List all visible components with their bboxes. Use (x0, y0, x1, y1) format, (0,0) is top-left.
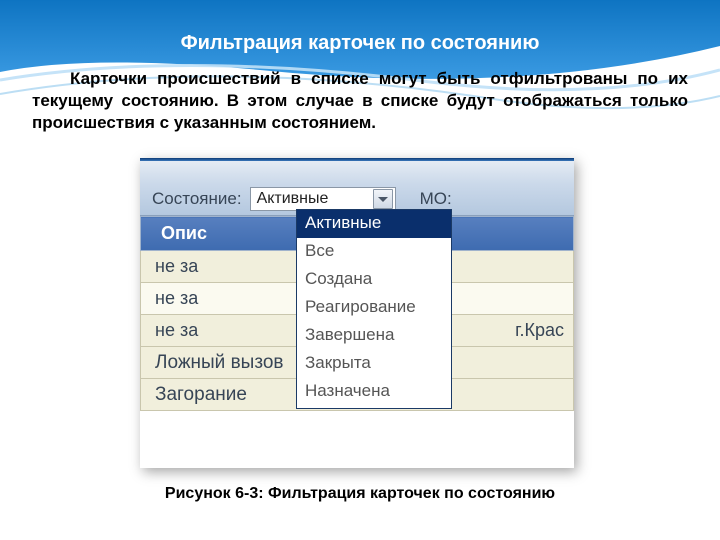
dropdown-option[interactable]: Завершена (297, 322, 451, 350)
dropdown-option[interactable]: Создана (297, 266, 451, 294)
app-screenshot: Состояние: Активные МО: Опис не за не за… (140, 158, 574, 468)
figure-caption: Рисунок 6-3: Фильтрация карточек по сост… (0, 485, 720, 503)
state-label: Состояние: (152, 189, 242, 209)
intro-text: Карточки происшествий в списке могут быт… (32, 69, 688, 132)
state-selected-value: Активные (257, 190, 329, 208)
state-combobox[interactable]: Активные (250, 187, 396, 211)
dropdown-option[interactable]: Все (297, 238, 451, 266)
app-toolbar: Состояние: Активные МО: (140, 158, 574, 216)
page-title: Фильтрация карточек по состоянию (0, 32, 720, 55)
dropdown-option[interactable]: Назначена (297, 378, 451, 406)
chevron-down-icon (378, 197, 388, 202)
dropdown-option[interactable]: Закрыта (297, 350, 451, 378)
intro-paragraph: Карточки происшествий в списке могут быт… (32, 68, 688, 134)
mo-label: МО: (420, 189, 452, 209)
combobox-toggle[interactable] (373, 189, 393, 209)
state-dropdown-list[interactable]: Активные Все Создана Реагирование Заверш… (296, 209, 452, 409)
dropdown-option[interactable]: Активные (297, 210, 451, 238)
dropdown-option[interactable]: Реагирование (297, 294, 451, 322)
